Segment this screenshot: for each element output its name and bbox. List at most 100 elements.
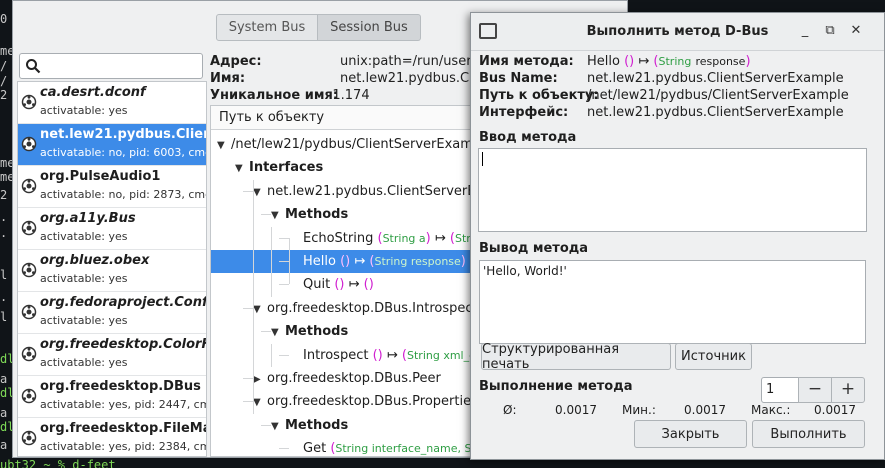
- text-caret: [482, 152, 483, 166]
- terminal-line: l: [0, 268, 8, 282]
- address-label: Адрес:: [210, 54, 262, 69]
- object-path-label: Путь к объекту:: [479, 88, 599, 103]
- expander-down-icon[interactable]: ▼: [253, 181, 267, 204]
- method-execution-heading: Выполнение метода: [479, 379, 633, 394]
- session-bus-button[interactable]: Session Bus: [318, 14, 421, 41]
- method-name-label: Имя метода:: [479, 54, 574, 69]
- expander-down-icon[interactable]: ▼: [271, 204, 285, 227]
- tree-node-label: Interfaces: [249, 160, 324, 176]
- tree-method-node[interactable]: EchoString (String a) ↦ (String): [289, 227, 493, 250]
- method-args: String a: [382, 231, 426, 245]
- method-input-heading: Ввод метода: [479, 130, 577, 145]
- bus-name: org.freedesktop.DBus: [40, 379, 201, 394]
- terminal-line: 2: [0, 88, 8, 102]
- tree-node[interactable]: ▼ Interfaces: [235, 156, 323, 179]
- tree-node[interactable]: ▼ org.freedesktop.DBus.Introspectable: [253, 297, 505, 320]
- method-output-field[interactable]: 'Hello, World!': [479, 260, 866, 344]
- tree-guide-line: [253, 179, 254, 414]
- method-return: String response: [374, 255, 461, 268]
- tree-node-label: org.freedesktop.DBus.Properties: [267, 394, 478, 410]
- bus-details: activatable: yes, pid: 2447, cmd: /usr/b…: [40, 398, 206, 411]
- system-bus-button[interactable]: System Bus: [216, 14, 318, 41]
- source-button[interactable]: Источник: [675, 343, 752, 370]
- bus-list-item[interactable]: org.freedesktop.DBus activatable: yes, pi…: [18, 376, 206, 418]
- dialog-titlebar[interactable]: Выполнить метод D-Bus _ ⧉ ✕: [471, 13, 884, 51]
- pretty-print-button[interactable]: Структурированная печать: [481, 342, 671, 372]
- bus-details: activatable: no, pid: 6003, cmd: python3: [40, 146, 206, 159]
- tree-node[interactable]: ▼ Methods: [271, 414, 348, 437]
- expander-down-icon[interactable]: ▼: [253, 391, 267, 414]
- tree-method-node[interactable]: Introspect () ↦ (String xml_data): [289, 344, 499, 367]
- decrement-button[interactable]: −: [798, 377, 832, 403]
- terminal-line: /: [0, 74, 8, 88]
- name-label: Имя:: [210, 71, 246, 86]
- expander-down-icon[interactable]: ▼: [271, 321, 285, 344]
- bus-list-item[interactable]: org.a11y.Bus activatable: yes: [18, 208, 206, 250]
- bus-list-item[interactable]: ca.desrt.dconf activatable: yes: [18, 82, 206, 124]
- bus-name: org.bluez.obex: [40, 253, 150, 268]
- expander-down-icon[interactable]: ▼: [235, 157, 249, 180]
- tree-guide-line: [279, 448, 289, 450]
- bus-name-label: Bus Name:: [479, 71, 558, 86]
- bus-name: org.freedesktop.FileManager1: [40, 421, 206, 436]
- tree-node[interactable]: ▼ Methods: [271, 203, 348, 226]
- tree-guide-line: [279, 354, 289, 356]
- bus-list-item[interactable]: org.freedesktop.ColorHelper activatable: …: [18, 334, 206, 376]
- bus-name: org.freedesktop.ColorHelper: [40, 337, 206, 352]
- tree-guide-line: [243, 378, 253, 379]
- tree-node-label: Get: [303, 441, 327, 457]
- tree-node-label: Methods: [285, 417, 349, 433]
- tree-node-label: org.freedesktop.DBus.Peer: [267, 371, 441, 386]
- bus-search-input[interactable]: [19, 53, 203, 79]
- bus-name-list[interactable]: ca.desrt.dconf activatable: yes net.lew21.…: [17, 81, 207, 457]
- expander-down-icon[interactable]: ▼: [271, 415, 285, 438]
- tree-node-label: Quit: [303, 277, 331, 293]
- bus-icon: [21, 388, 37, 404]
- maximize-icon[interactable]: ⧉: [822, 23, 838, 39]
- method-input-field[interactable]: [478, 148, 867, 232]
- tree-node[interactable]: ▼/net/lew21/pydbus/ClientServerExample: [217, 133, 493, 156]
- tree-guide-line: [289, 237, 290, 285]
- expander-right-icon[interactable]: ▶: [253, 368, 267, 391]
- terminal-line: 2: [0, 188, 8, 202]
- bus-icon: [21, 304, 37, 320]
- terminal-prompt: ubt32 ~ % d-feet: [0, 458, 116, 468]
- tree-method-node[interactable]: Hello () ↦ (String response): [289, 250, 466, 273]
- tree-guide-line: [271, 343, 272, 367]
- min-value: 0.0017: [684, 403, 726, 417]
- terminal-line: a: [0, 438, 8, 452]
- expander-down-icon[interactable]: ▼: [253, 298, 267, 321]
- avg-label: Ø:: [503, 403, 517, 417]
- bus-details: activatable: yes: [40, 104, 128, 117]
- bus-list-item[interactable]: org.fedoraproject.Config.Printing activat…: [18, 292, 206, 334]
- execute-method-dialog: Выполнить метод D-Bus _ ⧉ ✕ Имя метода: …: [470, 12, 885, 460]
- bus-list-item[interactable]: org.bluez.obex activatable: yes: [18, 250, 206, 292]
- bus-list-item[interactable]: org.PulseAudio1 activatable: no, pid: 287…: [18, 166, 206, 208]
- tree-node[interactable]: ▶ org.freedesktop.DBus.Peer: [253, 367, 441, 390]
- execute-button[interactable]: Выполнить: [752, 420, 865, 448]
- tree-node-label: Methods: [285, 324, 349, 340]
- tree-node[interactable]: ▼ Methods: [271, 320, 348, 343]
- expander-down-icon[interactable]: ▼: [217, 134, 231, 157]
- tree-method-node[interactable]: Quit () ↦ (): [289, 273, 374, 296]
- repeat-count-input[interactable]: 1: [761, 377, 799, 403]
- bus-icon: [21, 178, 37, 194]
- increment-button[interactable]: +: [831, 377, 865, 403]
- tree-guide-line: [279, 261, 289, 262]
- bus-list-item[interactable]: net.lew21.pydbus.ClientServerExample acti…: [18, 124, 206, 166]
- bus-icon: [21, 430, 37, 446]
- bus-list-item[interactable]: org.freedesktop.FileManager1 activatable:…: [18, 418, 206, 456]
- interface-row: Интерфейс: net.lew21.pydbus.ClientServer…: [479, 104, 844, 121]
- bus-details: activatable: yes: [40, 356, 128, 369]
- minimize-icon[interactable]: _: [797, 23, 813, 39]
- bus-details: activatable: yes, pid: 2384, cmd: /usr/b…: [40, 440, 206, 453]
- bus-icon: [21, 262, 37, 278]
- tree-guide-line: [261, 214, 271, 216]
- max-label: Макс.:: [751, 403, 791, 417]
- close-button[interactable]: Закрыть: [634, 420, 747, 448]
- bus-details: activatable: yes: [40, 314, 128, 327]
- bus-icon: [21, 136, 37, 152]
- tree-node[interactable]: ▼ org.freedesktop.DBus.Properties: [253, 390, 478, 413]
- tree-guide-line: [243, 307, 253, 309]
- close-icon[interactable]: ✕: [848, 23, 864, 39]
